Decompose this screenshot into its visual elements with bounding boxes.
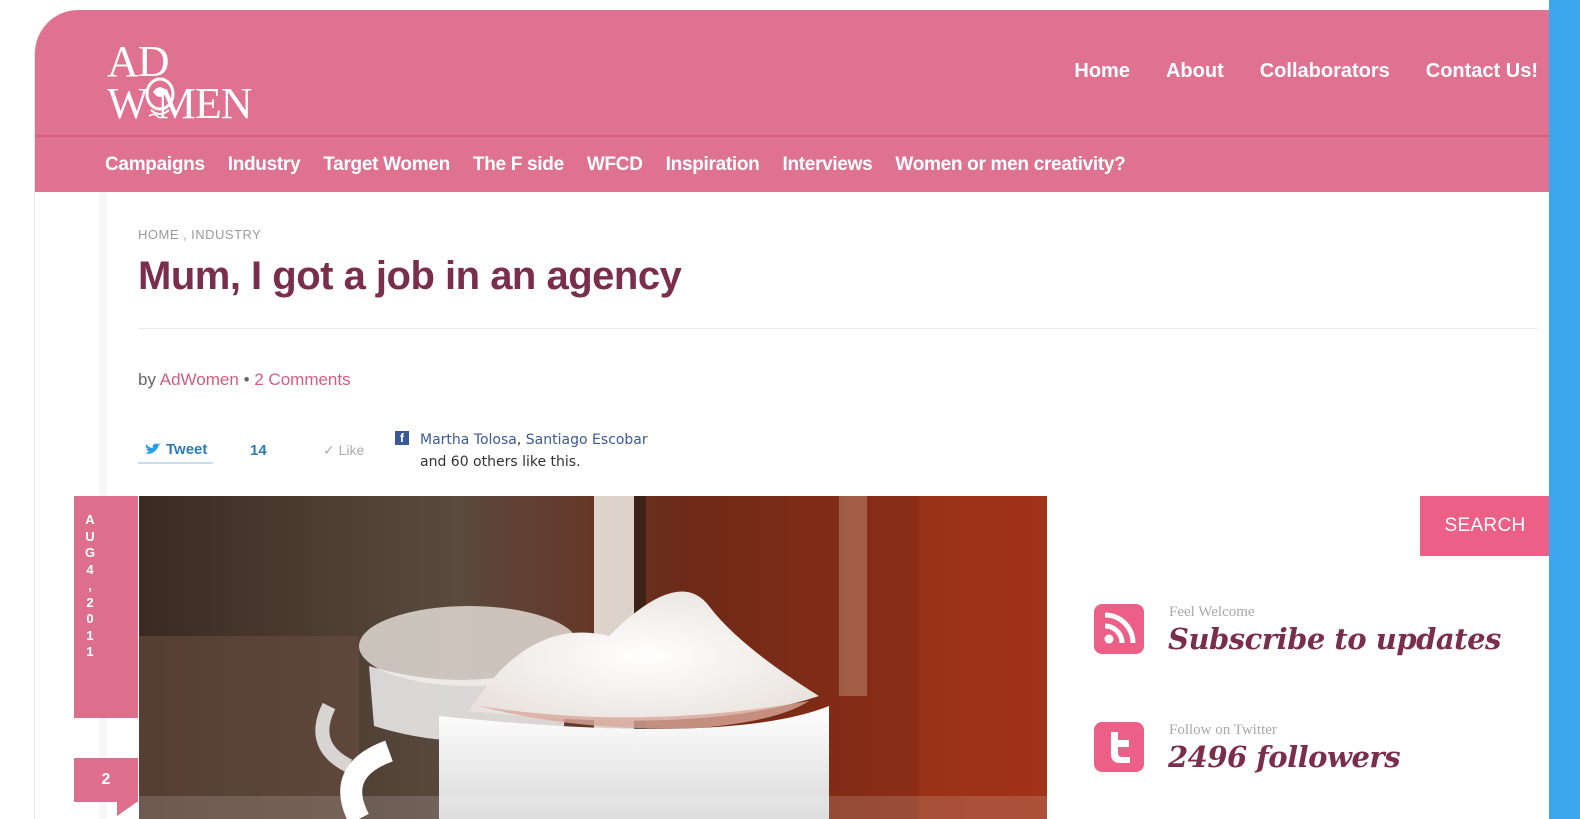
browser-page: AD W MEN Home About Collaborators Contac…	[34, 10, 1549, 819]
date-char: 1	[86, 644, 94, 659]
like-button[interactable]: ✓ Like	[323, 442, 364, 459]
rss-icon	[1094, 604, 1144, 654]
facebook-friends-line: Martha Tolosa, Santiago Escobar	[420, 429, 648, 451]
facebook-friend-link[interactable]: Martha Tolosa	[420, 432, 517, 448]
post-byline: by AdWomen • 2 Comments	[138, 370, 351, 390]
primary-nav: Home About Collaborators Contact Us!	[1074, 60, 1538, 83]
right-edge-strip	[1549, 0, 1580, 819]
category-the-f-side[interactable]: The F side	[473, 154, 564, 176]
facebook-friend-link[interactable]: Santiago Escobar	[526, 432, 648, 448]
date-char: ,	[88, 578, 92, 593]
category-inspiration[interactable]: Inspiration	[666, 154, 760, 176]
nav-contact[interactable]: Contact Us!	[1426, 60, 1538, 83]
twitter-icon	[1094, 722, 1144, 772]
breadcrumb-section[interactable]: INDUSTRY	[191, 227, 261, 242]
category-campaigns[interactable]: Campaigns	[105, 154, 205, 176]
tweet-label: Tweet	[166, 440, 208, 458]
nav-collaborators[interactable]: Collaborators	[1260, 60, 1390, 83]
subscribe-caption: Feel Welcome	[1169, 604, 1255, 620]
site-logo[interactable]: AD W MEN	[107, 40, 297, 135]
category-women-or-men-creativity[interactable]: Women or men creativity?	[895, 154, 1125, 176]
category-interviews[interactable]: Interviews	[782, 154, 872, 176]
facebook-icon: f	[395, 431, 409, 445]
nav-about[interactable]: About	[1166, 60, 1224, 83]
twitter-caption: Follow on Twitter	[1169, 722, 1277, 738]
date-char: G	[84, 545, 96, 560]
date-char: U	[85, 528, 95, 544]
date-char: 0	[86, 611, 94, 626]
like-label: Like	[338, 442, 365, 458]
date-char: A	[85, 512, 95, 527]
breadcrumb: HOME, INDUSTRY	[138, 227, 261, 242]
author-link[interactable]: AdWomen	[160, 370, 239, 389]
post-featured-image[interactable]	[139, 496, 1047, 819]
share-bar: Tweet 14 ✓ Like f Martha Tolosa, Santiag…	[138, 428, 738, 472]
category-target-women[interactable]: Target Women	[323, 154, 450, 176]
twitter-bird-icon	[145, 443, 161, 454]
twitter-widget[interactable]: Follow on Twitter 2496 followers	[1094, 722, 1534, 782]
byline-dot: •	[243, 370, 250, 389]
comment-count-badge[interactable]: 2	[74, 758, 138, 802]
comment-badge-tail	[117, 802, 137, 816]
facebook-social-text: Martha Tolosa, Santiago Escobar and 60 o…	[420, 429, 648, 473]
breadcrumb-separator: ,	[183, 227, 188, 242]
date-char: 4	[86, 561, 94, 577]
title-divider	[138, 328, 1538, 329]
logo-rose-icon	[145, 77, 175, 119]
date-char: 2	[86, 594, 94, 610]
comments-link[interactable]: 2 Comments	[254, 370, 350, 389]
subscribe-heading[interactable]: Subscribe to updates	[1168, 622, 1501, 656]
check-icon: ✓	[323, 442, 335, 458]
category-industry[interactable]: Industry	[228, 154, 301, 176]
breadcrumb-home[interactable]: HOME	[138, 227, 179, 242]
search-button[interactable]: SEARCH	[1420, 496, 1549, 556]
header-divider	[35, 135, 1549, 137]
category-wfcd[interactable]: WFCD	[587, 154, 643, 176]
post-title: Mum, I got a job in an agency	[138, 254, 682, 298]
twitter-followers[interactable]: 2496 followers	[1168, 740, 1401, 774]
nav-home[interactable]: Home	[1074, 60, 1130, 83]
tweet-count: 14	[250, 442, 267, 459]
site-header: AD W MEN Home About Collaborators Contac…	[35, 10, 1549, 192]
tweet-button[interactable]: Tweet	[138, 436, 214, 464]
facebook-others-line: and 60 others like this.	[420, 454, 581, 470]
category-nav: Campaigns Industry Target Women The F si…	[105, 154, 1126, 176]
facebook-friend-separator: ,	[516, 432, 522, 448]
cappuccino-photo	[139, 496, 1047, 819]
subscribe-widget[interactable]: Feel Welcome Subscribe to updates	[1094, 604, 1534, 664]
logo-line-2: W MEN	[107, 79, 253, 128]
date-char: 1	[86, 627, 94, 643]
post-date: A U G 4 , 2 0 1 1	[83, 512, 97, 661]
byline-by: by	[138, 370, 156, 389]
